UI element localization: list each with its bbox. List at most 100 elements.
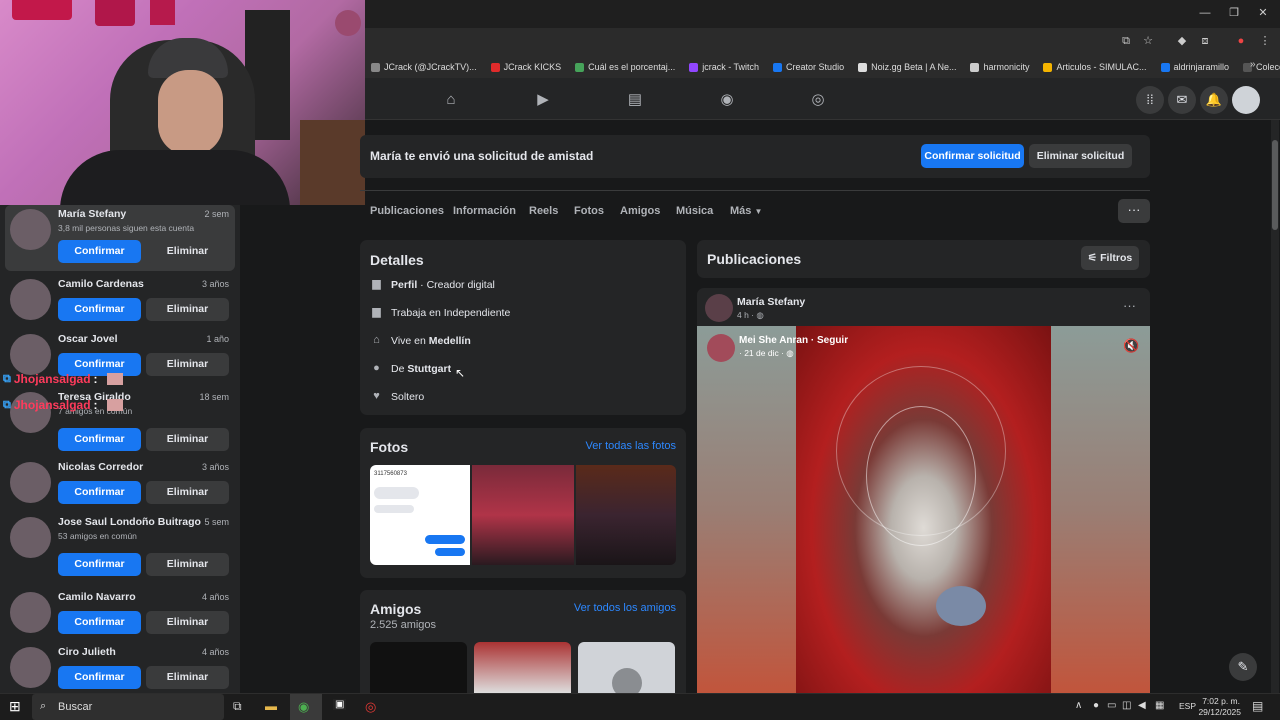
home-icon[interactable]: ⌂ — [441, 90, 461, 110]
bookmark-item[interactable]: aldrinjaramillo — [1160, 62, 1229, 72]
notification-center-icon[interactable]: ▤ — [1252, 699, 1263, 713]
puzzle-icon[interactable]: ⧈ — [1198, 34, 1212, 48]
bookmark-item[interactable]: Creator Studio — [773, 62, 844, 72]
friend-thumbnail[interactable] — [578, 642, 675, 698]
avatar[interactable] — [10, 279, 51, 320]
confirm-button[interactable]: Confirmar — [58, 428, 141, 451]
profile-icon[interactable]: ● — [1234, 34, 1248, 48]
delete-button[interactable]: Eliminar — [146, 553, 229, 576]
scrollbar[interactable] — [1271, 120, 1279, 693]
from-city[interactable]: Stuttgart — [407, 363, 451, 375]
file-explorer-icon[interactable]: ▬ — [265, 699, 277, 713]
avatar[interactable] — [1232, 86, 1260, 114]
see-all-photos-link[interactable]: Ver todas las fotos — [586, 440, 677, 452]
network-icon[interactable]: ◫ — [1122, 700, 1131, 711]
friend-request-name[interactable]: Camilo Navarro — [58, 591, 136, 603]
photo-thumbnail-1[interactable]: 3117560873 — [370, 465, 470, 565]
photo-thumbnail-2[interactable] — [472, 465, 574, 565]
avatar[interactable] — [10, 209, 51, 250]
post-options-icon[interactable]: ··· — [1123, 298, 1136, 313]
extension-icon[interactable]: ◆ — [1175, 34, 1189, 48]
microphone-icon[interactable]: ● — [1093, 700, 1099, 711]
confirm-button[interactable]: Confirmar — [58, 481, 141, 504]
obs-icon[interactable]: ◎ — [365, 699, 376, 715]
friend-request-name[interactable]: María Stefany — [58, 208, 126, 220]
bookmark-item[interactable]: jcrack - Twitch — [689, 62, 759, 72]
mute-icon[interactable]: 🔇 — [1123, 338, 1139, 354]
tab-informacion[interactable]: Información — [453, 205, 516, 217]
epic-games-icon[interactable]: ▣ — [333, 699, 347, 710]
post-video[interactable]: Mei She Anran · Seguir · 21 de dic · ◍ 🔇 — [697, 326, 1150, 693]
avatar[interactable] — [10, 517, 51, 558]
clock-date[interactable]: 29/12/2025 — [1198, 707, 1241, 717]
delete-button[interactable]: Eliminar — [146, 240, 229, 263]
windows-start-icon[interactable]: ⊞ — [9, 698, 21, 715]
tab-reels[interactable]: Reels — [529, 205, 558, 217]
minimize-icon[interactable]: — — [1198, 6, 1212, 20]
clock-time[interactable]: 7:02 p. m. — [1202, 696, 1240, 706]
tab-amigos[interactable]: Amigos — [620, 205, 660, 217]
delete-button[interactable]: Eliminar — [146, 298, 229, 321]
post-author-name[interactable]: María Stefany — [737, 296, 805, 308]
bookmark-item[interactable]: Noiz.gg Beta | A Ne... — [858, 62, 956, 72]
gaming-icon[interactable]: ◎ — [808, 90, 828, 110]
avatar[interactable] — [10, 334, 51, 375]
menu-dots-icon[interactable]: ⋮ — [1258, 34, 1272, 48]
confirm-request-button[interactable]: Confirmar solicitud — [921, 144, 1024, 168]
taskbar-search[interactable]: ⌕ Buscar — [32, 694, 224, 720]
avatar[interactable] — [10, 462, 51, 503]
avatar[interactable] — [10, 592, 51, 633]
friend-request-name[interactable]: Jose Saul Londoño Buitrago — [58, 516, 201, 528]
confirm-button[interactable]: Confirmar — [58, 611, 141, 634]
confirm-button[interactable]: Confirmar — [58, 553, 141, 576]
bookmark-item[interactable]: JCrack (@JCrackTV)... — [371, 62, 477, 72]
cast-icon[interactable]: ⧉ — [1119, 34, 1133, 48]
language-indicator[interactable]: ESP — [1179, 701, 1196, 711]
new-message-icon[interactable]: ✎ — [1229, 653, 1257, 681]
messenger-icon[interactable]: ✉ — [1168, 86, 1196, 114]
bookmark-item[interactable]: Articulos - SIMULAC... — [1043, 62, 1147, 72]
photo-thumbnail-3[interactable] — [576, 465, 676, 565]
shared-author-name[interactable]: Mei She Anran · Seguir — [739, 335, 848, 346]
more-options-icon[interactable]: ··· — [1118, 199, 1150, 223]
shared-author-avatar[interactable] — [707, 334, 735, 362]
friend-request-name[interactable]: Camilo Cardenas — [58, 278, 144, 290]
lives-city[interactable]: Medellín — [429, 335, 471, 347]
see-all-friends-link[interactable]: Ver todos los amigos — [574, 602, 676, 614]
groups-icon[interactable]: ◉ — [717, 90, 737, 110]
friend-request-name[interactable]: Nicolas Corredor — [58, 461, 143, 473]
task-view-icon[interactable]: ⧉ — [233, 699, 242, 714]
keyboard-icon[interactable]: ▦ — [1155, 700, 1164, 711]
tab-fotos[interactable]: Fotos — [574, 205, 604, 217]
bookmark-item[interactable]: harmonicity — [970, 62, 1029, 72]
friend-request-name[interactable]: Oscar Jovel — [58, 333, 118, 345]
chrome-icon[interactable]: ◉ — [298, 699, 309, 715]
delete-button[interactable]: Eliminar — [146, 611, 229, 634]
menu-grid-icon[interactable]: ⁞⁞ — [1136, 86, 1164, 114]
marketplace-icon[interactable]: ▤ — [625, 90, 645, 110]
bookmark-item[interactable]: Colección de M_blei... — [1243, 62, 1280, 72]
avatar[interactable] — [10, 647, 51, 688]
tray-chevron-icon[interactable]: ∧ — [1075, 700, 1082, 711]
delete-request-button[interactable]: Eliminar solicitud — [1029, 144, 1132, 168]
delete-button[interactable]: Eliminar — [146, 428, 229, 451]
notifications-icon[interactable]: 🔔 — [1200, 86, 1228, 114]
bookmark-item[interactable]: JCrack KICKS — [490, 62, 561, 72]
filters-button[interactable]: ⚟ Filtros — [1081, 246, 1139, 270]
confirm-button[interactable]: Confirmar — [58, 240, 141, 263]
friend-thumbnail[interactable] — [370, 642, 467, 693]
delete-button[interactable]: Eliminar — [146, 481, 229, 504]
confirm-button[interactable]: Confirmar — [58, 666, 141, 689]
friend-thumbnail[interactable] — [474, 642, 571, 693]
volume-icon[interactable]: ◀ — [1138, 700, 1146, 711]
display-icon[interactable]: ▭ — [1107, 700, 1116, 711]
restore-icon[interactable]: ❐ — [1227, 6, 1241, 20]
tab-musica[interactable]: Música — [676, 205, 713, 217]
bookmark-item[interactable]: Cuál es el porcentaj... — [575, 62, 675, 72]
post-author-avatar[interactable] — [705, 294, 733, 322]
friend-request-name[interactable]: Ciro Julieth — [58, 646, 116, 658]
more-bookmarks-icon[interactable]: » — [1250, 59, 1256, 70]
close-icon[interactable]: ✕ — [1256, 6, 1270, 20]
delete-button[interactable]: Eliminar — [146, 353, 229, 376]
confirm-button[interactable]: Confirmar — [58, 298, 141, 321]
